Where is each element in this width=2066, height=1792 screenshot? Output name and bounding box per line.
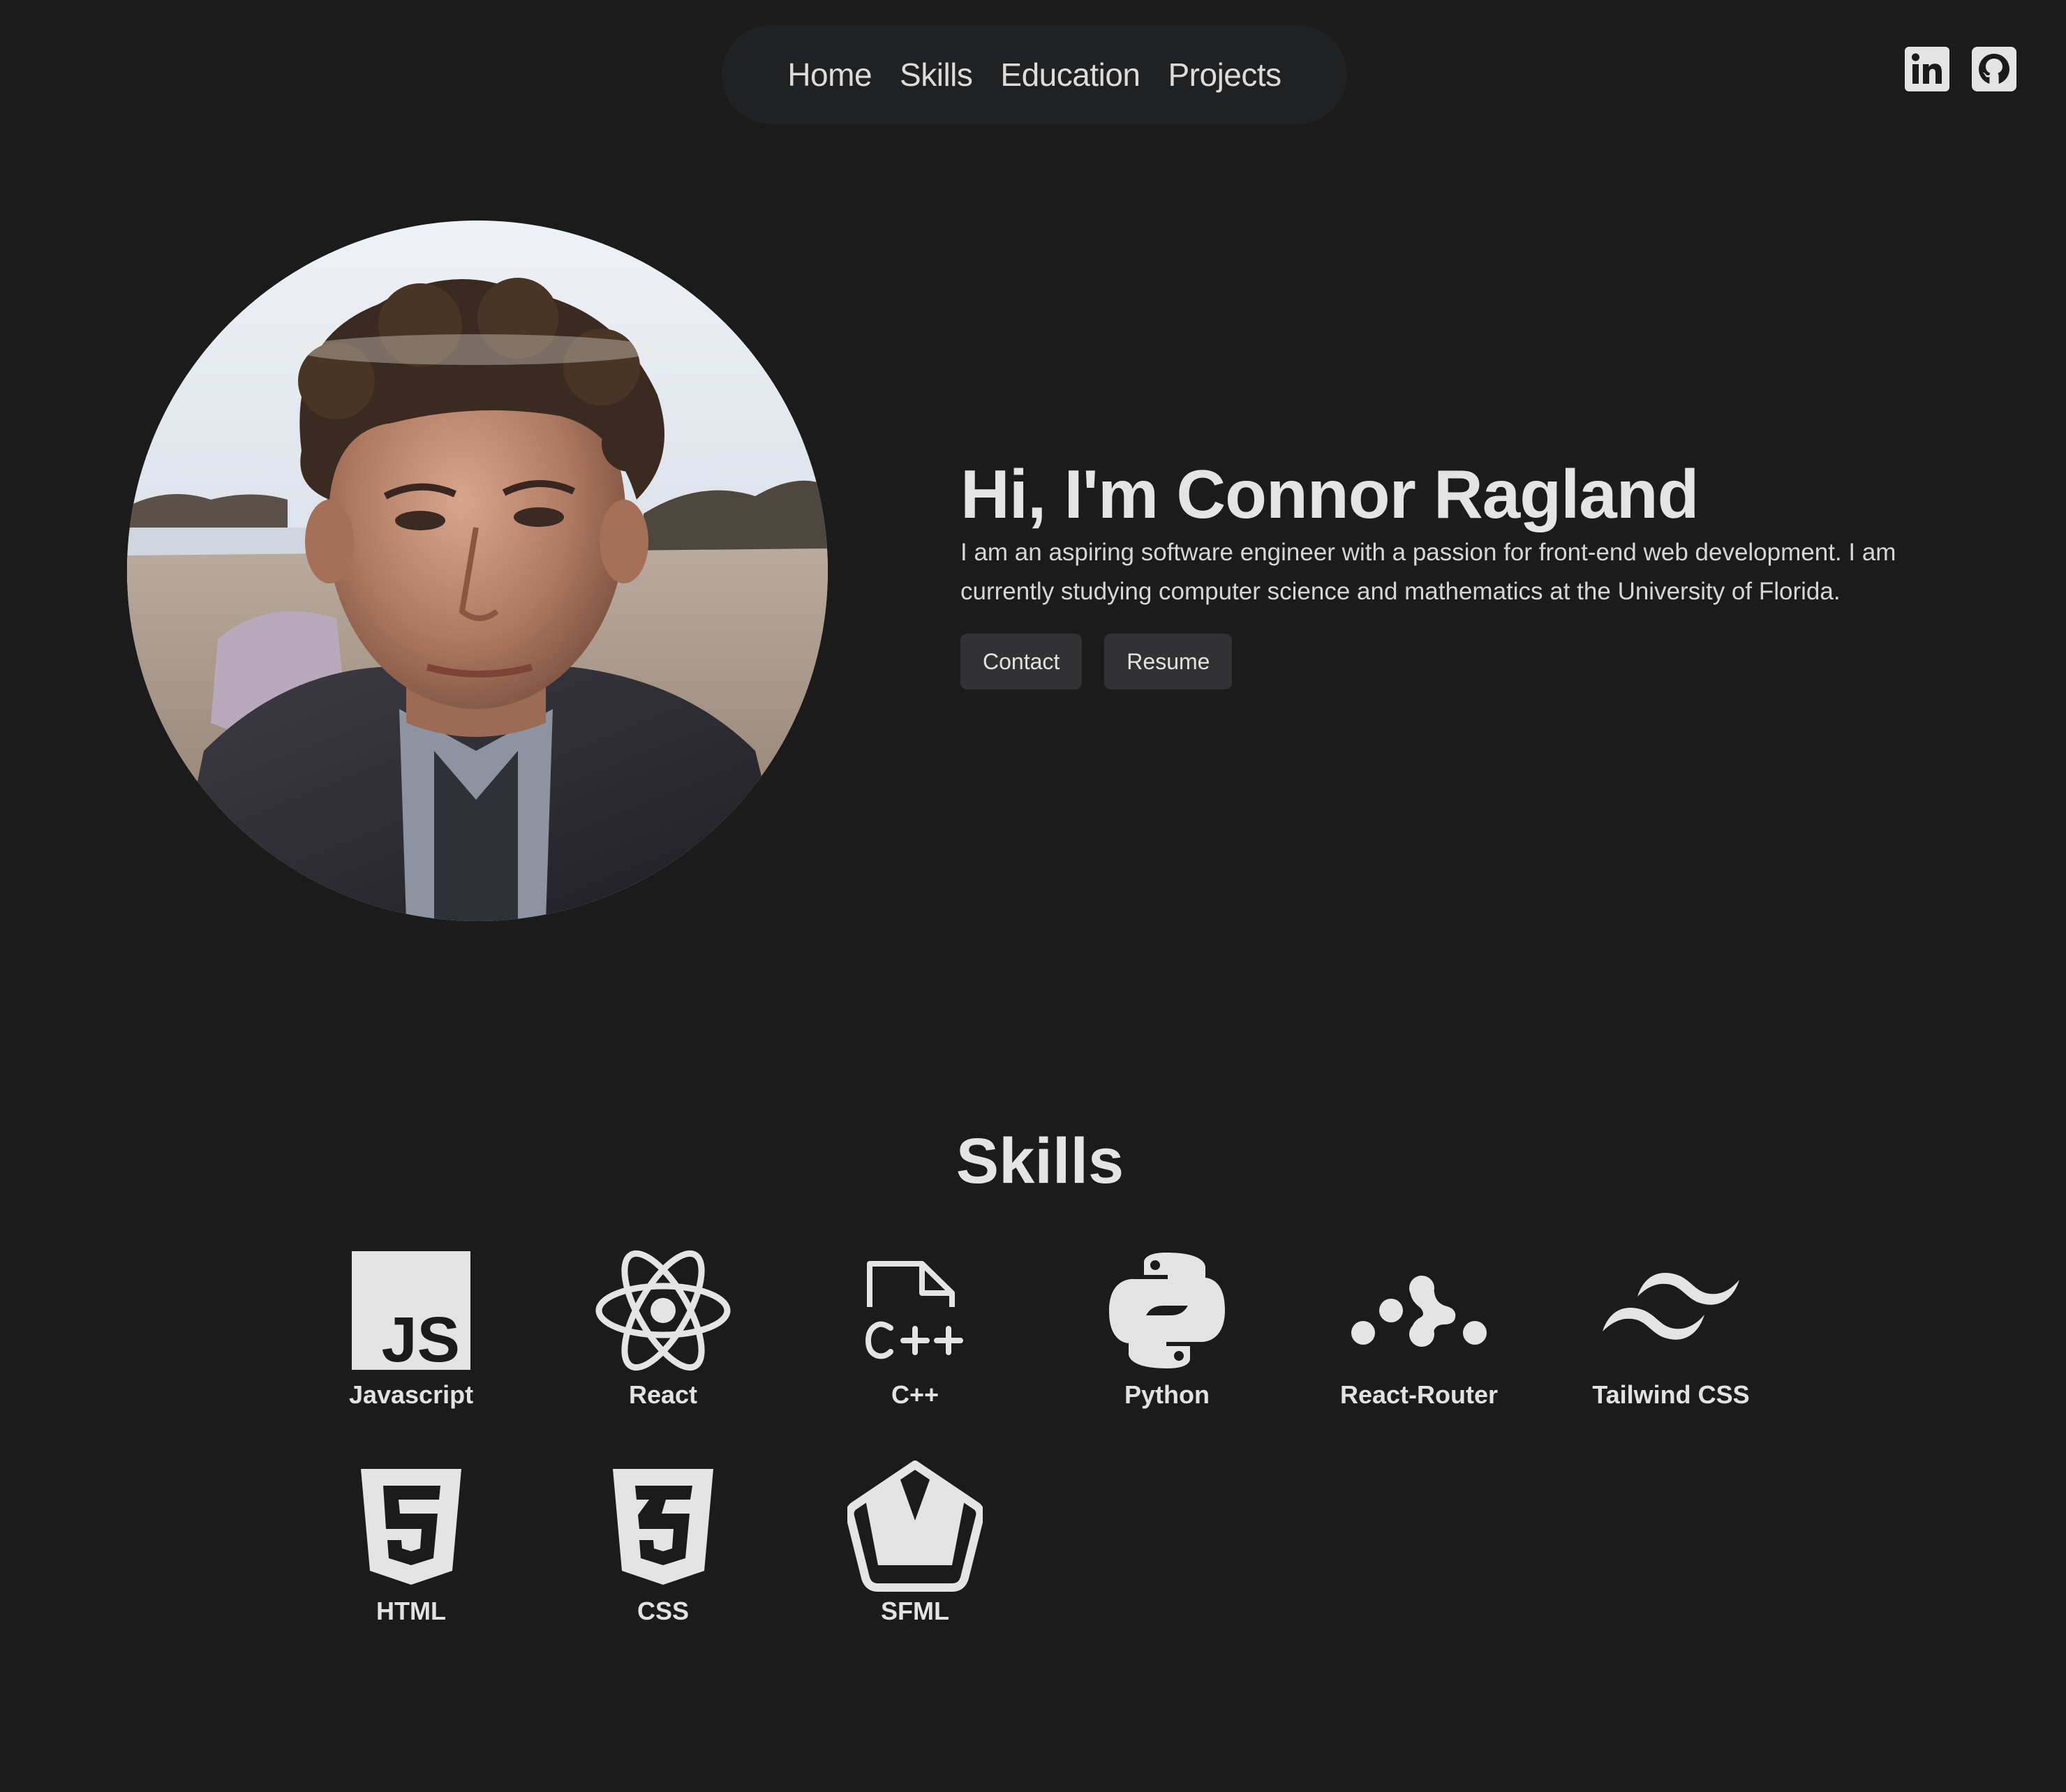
skill-tailwind: Tailwind CSS xyxy=(1566,1249,1776,1410)
skill-html: HTML xyxy=(306,1465,516,1626)
github-icon[interactable] xyxy=(1971,46,2017,92)
skill-react-router: React-Router xyxy=(1314,1249,1524,1410)
html5-icon xyxy=(361,1469,461,1585)
skill-cplusplus: C++ xyxy=(810,1249,1020,1410)
linkedin-icon[interactable] xyxy=(1904,46,1950,92)
social-links xyxy=(1904,46,2017,92)
hero-description: I am an aspiring software engineer with … xyxy=(960,539,1896,605)
skill-label: React xyxy=(628,1380,698,1409)
resume-button[interactable]: Resume xyxy=(1104,634,1233,689)
skill-label: Tailwind CSS xyxy=(1592,1380,1750,1409)
skill-label: C++ xyxy=(891,1380,939,1409)
nav-link-skills[interactable]: Skills xyxy=(900,56,973,94)
skill-label: Javascript xyxy=(348,1380,474,1409)
hero-buttons: Contact Resume xyxy=(960,634,1952,689)
nav-link-education[interactable]: Education xyxy=(1000,56,1140,94)
hero-title: Hi, I'm Connor Ragland xyxy=(960,456,1700,532)
python-icon xyxy=(1109,1253,1225,1368)
skill-label: CSS xyxy=(637,1597,690,1625)
skill-label: React-Router xyxy=(1339,1380,1499,1409)
profile-photo-illustration xyxy=(127,221,828,921)
nav-link-home[interactable]: Home xyxy=(787,56,872,94)
tailwind-icon xyxy=(1603,1272,1739,1340)
javascript-icon: JS xyxy=(352,1251,470,1370)
react-icon xyxy=(595,1250,731,1371)
skill-css: CSS xyxy=(558,1465,768,1626)
sfml-icon xyxy=(847,1461,983,1592)
skill-react: React xyxy=(558,1249,768,1410)
skill-label: HTML xyxy=(376,1597,446,1625)
skill-javascript: JS Javascript xyxy=(306,1249,516,1410)
hero-text: Hi, I'm Connor Ragland I am an aspiring … xyxy=(960,455,1952,689)
contact-button[interactable]: Contact xyxy=(960,634,1083,689)
cplusplus-icon xyxy=(865,1261,963,1359)
skill-label: Python xyxy=(1124,1380,1210,1409)
profile-photo xyxy=(127,221,828,921)
skills-title: Skills xyxy=(956,1126,1124,1197)
nav-link-projects[interactable]: Projects xyxy=(1168,56,1282,94)
svg-text:JS: JS xyxy=(381,1304,460,1370)
react-router-icon xyxy=(1351,1276,1487,1347)
portfolio-page: Home Skills Education Projects Hi, I'm C… xyxy=(0,0,2066,1792)
css3-icon xyxy=(613,1469,713,1585)
top-navigation: Home Skills Education Projects xyxy=(722,25,1347,124)
skill-label: SFML xyxy=(881,1597,949,1625)
skill-python: Python xyxy=(1062,1249,1272,1410)
skill-sfml: SFML xyxy=(810,1461,1020,1626)
